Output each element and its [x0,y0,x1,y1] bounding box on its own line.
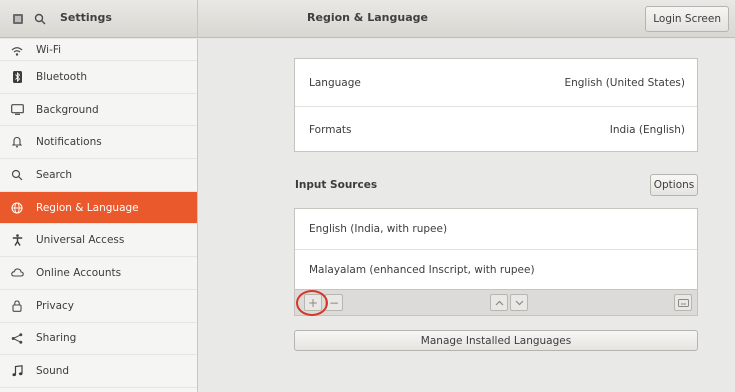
formats-row[interactable]: Formats India (English) [295,106,697,152]
move-down-button[interactable] [510,294,528,311]
sidebar-item-label: Online Accounts [36,266,122,279]
list-item[interactable]: English (India, with rupee) [295,209,697,249]
sidebar-item-sound[interactable]: Sound [0,355,197,388]
sidebar-item-bluetooth[interactable]: Bluetooth [0,61,197,94]
input-sources-title: Input Sources [295,179,378,191]
minus-icon: − [328,295,340,310]
sidebar-item-wifi[interactable]: Wi-Fi [0,39,197,61]
search-icon [10,168,24,182]
input-sources-list: English (India, with rupee) Malayalam (e… [294,208,698,290]
sidebar-item-privacy[interactable]: Privacy [0,290,197,323]
sidebar-item-search[interactable]: Search [0,159,197,192]
chevron-down-icon [515,300,523,305]
manage-installed-languages-button[interactable]: Manage Installed Languages [294,330,698,351]
sidebar-item-label: Bluetooth [36,70,87,83]
keyboard-icon [677,298,689,307]
options-button[interactable]: Options [650,174,698,196]
bell-icon [10,135,24,149]
header-sidebar-section: Settings [0,0,198,38]
sidebar: Wi-Fi Bluetooth Background Notifications… [0,39,198,392]
share-icon [10,331,24,345]
move-up-button[interactable] [490,294,508,311]
sidebar-item-label: Notifications [36,136,102,149]
sidebar-item-label: Region & Language [36,201,139,214]
add-button-highlight-circle [296,290,328,316]
music-note-icon [10,364,24,378]
wifi-icon [10,44,24,58]
globe-icon [10,201,24,215]
list-item[interactable]: Malayalam (enhanced Inscript, with rupee… [295,249,697,290]
background-icon [10,103,24,117]
accessibility-icon [10,233,24,247]
login-screen-button[interactable]: Login Screen [645,6,729,32]
search-icon[interactable] [30,9,50,29]
sidebar-item-label: Universal Access [36,234,125,247]
formats-value: India (English) [609,123,685,136]
formats-label: Formats [309,123,352,136]
sidebar-item-universal-access[interactable]: Universal Access [0,224,197,258]
sidebar-item-online-accounts[interactable]: Online Accounts [0,257,197,290]
input-sources-toolbar: + − [294,290,698,316]
app-title: Settings [60,11,112,24]
language-value: English (United States) [564,76,685,89]
sidebar-item-background[interactable]: Background [0,94,197,127]
app-menu-icon[interactable] [8,9,28,29]
sidebar-item-region-language[interactable]: Region & Language [0,191,197,225]
sidebar-item-notifications[interactable]: Notifications [0,126,197,160]
sidebar-item-label: Wi-Fi [36,44,62,56]
bluetooth-icon [10,70,24,84]
main-panel: Language English (United States) Formats… [199,39,735,392]
sidebar-item-label: Search [36,168,73,181]
sidebar-item-label: Privacy [36,299,75,312]
sidebar-item-sharing[interactable]: Sharing [0,323,197,356]
input-source-label: English (India, with rupee) [309,223,448,235]
cloud-icon [10,266,24,280]
language-row[interactable]: Language English (United States) [295,59,697,106]
header-bar: Settings Region & Language Login Screen [0,0,735,38]
sidebar-item-label: Sound [36,365,70,378]
sidebar-item-label: Background [36,103,99,116]
language-label: Language [309,76,361,89]
input-source-label: Malayalam (enhanced Inscript, with rupee… [309,264,535,276]
keyboard-layout-button[interactable] [674,294,692,311]
chevron-up-icon [495,300,503,305]
sidebar-item-label: Sharing [36,332,77,345]
language-formats-card: Language English (United States) Formats… [294,58,698,152]
lock-icon [10,299,24,313]
